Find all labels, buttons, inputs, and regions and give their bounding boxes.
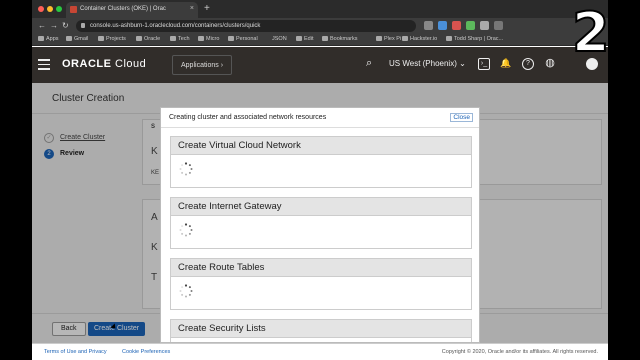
oracle-favicon-icon: [70, 6, 77, 13]
github-icon: [296, 36, 302, 41]
maximize-window-button[interactable]: [56, 6, 62, 12]
oracle-cloud-logo[interactable]: ORACLE Cloud: [62, 58, 146, 70]
loading-spinner-icon: [179, 284, 193, 298]
lock-icon: [81, 23, 85, 28]
bookmark-bookmarks[interactable]: Bookmarks: [322, 36, 358, 42]
terms-link[interactable]: Terms of Use and Privacy: [44, 349, 107, 355]
extension-icon[interactable]: [494, 21, 503, 30]
url-text: console.us-ashburn-1.oraclecloud.com/con…: [90, 23, 261, 29]
extension-icon[interactable]: [424, 21, 433, 30]
section-title: Create Internet Gateway: [171, 198, 471, 216]
language-globe-icon[interactable]: ◍: [544, 58, 556, 70]
bookmark-hackster[interactable]: Hackster.io: [402, 36, 437, 42]
section-title: Create Virtual Cloud Network: [171, 137, 471, 155]
bookmark-todd-sharp[interactable]: Todd Sharp | Orac...: [446, 36, 503, 42]
bookmark-personal[interactable]: Personal: [228, 36, 258, 42]
cookie-preferences-link[interactable]: Cookie Preferences: [122, 349, 170, 355]
section-title: Create Route Tables: [171, 259, 471, 277]
region-selector[interactable]: US West (Phoenix) ⌄: [389, 59, 466, 68]
folder-icon: [198, 36, 204, 41]
loading-spinner-icon: [179, 162, 193, 176]
close-tab-icon[interactable]: ×: [190, 5, 194, 12]
new-tab-button[interactable]: +: [204, 3, 210, 14]
section-virtual-cloud-network: Create Virtual Cloud Network: [170, 136, 472, 188]
page-icon: [446, 36, 452, 41]
close-window-button[interactable]: [38, 6, 44, 12]
console-header: ORACLE Cloud Applications › ⌕ US West (P…: [32, 47, 608, 83]
step-count-badge: 20: [571, 1, 608, 65]
folder-icon: [228, 36, 234, 41]
reload-icon[interactable]: ↻: [62, 21, 69, 30]
bookmarks-bar: Apps Gmail Projects Oracle Tech Micro Pe…: [32, 34, 608, 46]
folder-icon: [170, 36, 176, 41]
help-icon[interactable]: ?: [522, 58, 534, 70]
copyright-text: Copyright © 2020, Oracle and/or its affi…: [441, 349, 598, 355]
minimize-window-button[interactable]: [47, 6, 53, 12]
folder-icon: [98, 36, 104, 41]
hamburger-menu-icon[interactable]: [38, 59, 50, 70]
browser-tab[interactable]: Container Clusters (OKE) | Orac ×: [66, 2, 198, 18]
section-title: Create Security Lists: [171, 320, 471, 338]
cloud-shell-icon[interactable]: ›_: [478, 58, 490, 70]
extension-icon[interactable]: [452, 21, 461, 30]
section-internet-gateway: Create Internet Gateway: [170, 197, 472, 249]
bookmark-plex-pi[interactable]: Plex Pi: [376, 36, 401, 42]
section-security-lists: Create Security Lists: [170, 319, 472, 342]
dialog-title: Creating cluster and associated network …: [169, 114, 327, 121]
extension-icon[interactable]: [466, 21, 475, 30]
apps-grid-icon: [38, 36, 44, 41]
loading-spinner-icon: [179, 223, 193, 237]
bookmark-gmail[interactable]: Gmail: [66, 36, 88, 42]
dialog-close-button[interactable]: Close: [450, 113, 473, 122]
back-nav-icon[interactable]: ←: [38, 21, 46, 30]
extension-icon[interactable]: [438, 21, 447, 30]
gmail-icon: [66, 36, 72, 41]
bookmark-edit[interactable]: Edit: [296, 36, 313, 42]
applications-button[interactable]: Applications ›: [172, 55, 233, 75]
forward-nav-icon[interactable]: →: [50, 21, 58, 30]
address-bar[interactable]: console.us-ashburn-1.oraclecloud.com/con…: [76, 20, 416, 32]
bookmark-tech[interactable]: Tech: [170, 36, 190, 42]
site-footer: Terms of Use and Privacy Cookie Preferen…: [32, 343, 608, 360]
tab-strip: Container Clusters (OKE) | Orac × +: [32, 0, 608, 18]
bookmark-projects[interactable]: Projects: [98, 36, 126, 42]
extension-icon[interactable]: [480, 21, 489, 30]
dialog-header: Creating cluster and associated network …: [161, 108, 479, 128]
bookmark-micro[interactable]: Micro: [198, 36, 219, 42]
bookmark-apps[interactable]: Apps: [38, 36, 59, 42]
bookmark-oracle[interactable]: Oracle: [136, 36, 160, 42]
browser-toolbar: ← → ↻ console.us-ashburn-1.oraclecloud.c…: [32, 18, 608, 34]
hackster-icon: [402, 36, 408, 41]
plex-icon: [376, 36, 382, 41]
bookmark-json[interactable]: JSON: [272, 36, 287, 42]
folder-icon: [136, 36, 142, 41]
star-icon: [322, 36, 328, 41]
search-icon[interactable]: ⌕: [366, 57, 372, 70]
creating-resources-dialog: Creating cluster and associated network …: [160, 107, 480, 343]
tab-title: Container Clusters (OKE) | Orac: [80, 6, 166, 12]
notifications-bell-icon[interactable]: 🔔: [500, 58, 512, 70]
browser-window: Container Clusters (OKE) | Orac × + ← → …: [32, 0, 608, 360]
section-route-tables: Create Route Tables: [170, 258, 472, 310]
